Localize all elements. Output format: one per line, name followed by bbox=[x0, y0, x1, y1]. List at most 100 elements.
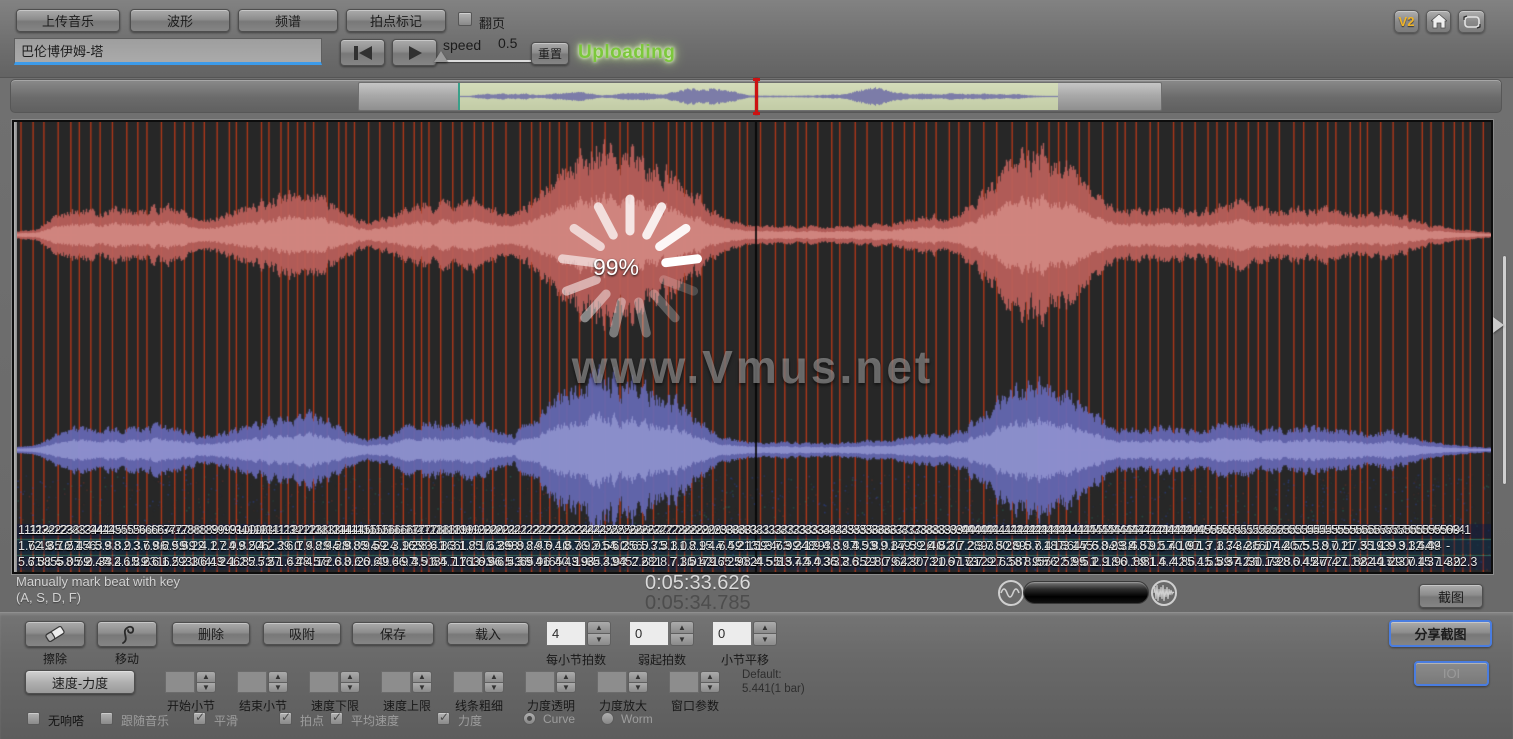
uploading-status: Uploading bbox=[578, 42, 675, 64]
beat-points-checkbox[interactable]: ✓ bbox=[279, 712, 292, 725]
beats-per-bar-spinner[interactable]: 4 bbox=[546, 621, 586, 646]
tempo-dynamics-button[interactable]: 速度-力度 bbox=[25, 670, 135, 694]
spectrum-tab-button[interactable]: 频谱 bbox=[238, 9, 338, 32]
delete-button[interactable]: 删除 bbox=[172, 622, 250, 645]
rewind-icon bbox=[352, 45, 374, 61]
eraser-button[interactable] bbox=[25, 621, 85, 647]
no-click-checkbox[interactable]: ✓ bbox=[27, 712, 40, 725]
fullscreen-icon bbox=[1463, 15, 1481, 29]
row2-spinner-7-label: 窗口参数 bbox=[659, 697, 731, 714]
beats-per-bar-arrows[interactable]: ▲▼ bbox=[587, 621, 611, 646]
zoom-slider[interactable] bbox=[1023, 581, 1149, 604]
bar-shift-arrows[interactable]: ▲▼ bbox=[753, 621, 777, 646]
overview-waveform-canvas bbox=[460, 84, 1058, 109]
hint-line-1: Manually mark beat with key bbox=[16, 574, 180, 590]
hint-line-2: (A, S, D, F) bbox=[16, 590, 180, 606]
speed-slider-thumb[interactable] bbox=[434, 51, 448, 62]
pickup-beats-label: 弱起拍数 bbox=[622, 651, 702, 668]
beat-number-row-1: 1-11-21-31-42-12-22-32-43-13-23-33-44-14… bbox=[18, 523, 1484, 538]
move-icon bbox=[117, 623, 137, 645]
main-waveform-panel: www.Vmus.net 99% 1-11-21-31-42-12-22-32-… bbox=[14, 122, 1491, 572]
speed-value: 0.5 bbox=[498, 35, 517, 51]
row2-spinner-0-arrows[interactable]: ▲▼ bbox=[196, 671, 216, 693]
row2-spinner-0[interactable] bbox=[165, 671, 195, 693]
overview-playhead-cursor[interactable] bbox=[755, 78, 758, 115]
vertical-zoom-handle[interactable] bbox=[1493, 317, 1504, 333]
beat-number-row-3: 5.776.3158.4.555.058.597.02.45.334.42.15… bbox=[18, 555, 1484, 570]
home-icon bbox=[1431, 14, 1447, 29]
load-button[interactable]: 载入 bbox=[447, 622, 529, 645]
dynamics-label: 力度 bbox=[458, 712, 482, 729]
waveform-tab-button[interactable]: 波形 bbox=[130, 9, 230, 32]
curve-radio[interactable] bbox=[523, 712, 536, 725]
follow-music-checkbox[interactable]: ✓ bbox=[100, 712, 113, 725]
top-toolbar: 上传音乐 波形 频谱 拍点标记 翻页 speed 0.5 重置 Uploadin… bbox=[0, 0, 1513, 78]
watermark: www.Vmus.net bbox=[14, 340, 1491, 394]
beat-number-row-2: 1.672.94.653.167.572.41564.35.89.88.92.3… bbox=[18, 539, 1484, 554]
row2-spinner-4-arrows[interactable]: ▲▼ bbox=[484, 671, 504, 693]
default-label: Default: bbox=[742, 668, 805, 682]
rewind-button[interactable] bbox=[340, 39, 385, 66]
track-name-input[interactable] bbox=[14, 38, 322, 65]
worm-radio[interactable] bbox=[601, 712, 614, 725]
beat-mark-button[interactable]: 拍点标记 bbox=[346, 9, 446, 32]
bar-shift-spinner[interactable]: 0 bbox=[712, 621, 752, 646]
v2-badge: V2 bbox=[1399, 14, 1415, 29]
eraser-icon bbox=[42, 624, 68, 644]
screenshot-button[interactable]: 截图 bbox=[1419, 584, 1483, 608]
row2-spinner-4[interactable] bbox=[453, 671, 483, 693]
row2-spinner-7-arrows[interactable]: ▲▼ bbox=[700, 671, 720, 693]
overview-selection[interactable] bbox=[458, 83, 1058, 110]
average-speed-checkbox[interactable]: ✓ bbox=[330, 712, 343, 725]
page-flip-label: 翻页 bbox=[479, 13, 505, 32]
curve-label: Curve bbox=[543, 712, 575, 726]
worm-label: Worm bbox=[621, 712, 653, 726]
row2-spinner-7[interactable] bbox=[669, 671, 699, 693]
follow-music-label: 跟随音乐 bbox=[121, 712, 169, 729]
erase-label: 擦除 bbox=[25, 650, 85, 667]
row2-spinner-6[interactable] bbox=[597, 671, 627, 693]
smooth-label: 平滑 bbox=[214, 712, 238, 729]
speed-label: speed bbox=[443, 37, 481, 53]
v2-version-button[interactable]: V2 bbox=[1394, 10, 1419, 33]
move-button[interactable] bbox=[97, 621, 157, 647]
page-flip-checkbox[interactable] bbox=[458, 12, 472, 26]
home-button[interactable] bbox=[1426, 10, 1451, 33]
row2-spinner-3[interactable] bbox=[381, 671, 411, 693]
dynamics-checkbox[interactable]: ✓ bbox=[437, 712, 450, 725]
save-button[interactable]: 保存 bbox=[352, 622, 434, 645]
pickup-beats-spinner[interactable]: 0 bbox=[629, 621, 669, 646]
reset-button[interactable]: 重置 bbox=[531, 42, 569, 65]
fullscreen-button[interactable] bbox=[1458, 10, 1485, 33]
beat-points-label: 拍点 bbox=[300, 712, 324, 729]
play-icon bbox=[407, 45, 423, 61]
beats-per-bar-label: 每小节拍数 bbox=[536, 651, 616, 668]
row2-spinner-2[interactable] bbox=[309, 671, 339, 693]
row2-spinner-6-arrows[interactable]: ▲▼ bbox=[628, 671, 648, 693]
loading-spinner: 99% bbox=[550, 187, 710, 347]
upload-music-button[interactable]: 上传音乐 bbox=[16, 9, 120, 32]
default-value: 5.441(1 bar) bbox=[742, 682, 805, 696]
ioi-button[interactable]: IOI bbox=[1414, 661, 1489, 686]
move-label: 移动 bbox=[97, 650, 157, 667]
speed-slider[interactable] bbox=[437, 60, 535, 62]
play-button[interactable] bbox=[392, 39, 437, 66]
average-speed-label: 平均速度 bbox=[351, 712, 399, 729]
share-screenshot-button[interactable]: 分享截图 bbox=[1389, 620, 1492, 647]
pickup-beats-arrows[interactable]: ▲▼ bbox=[670, 621, 694, 646]
loading-percent: 99% bbox=[550, 187, 710, 347]
row2-spinner-1-arrows[interactable]: ▲▼ bbox=[268, 671, 288, 693]
bar-shift-label: 小节平移 bbox=[705, 651, 785, 668]
row2-spinner-5-arrows[interactable]: ▲▼ bbox=[556, 671, 576, 693]
bottom-toolbar: 擦除 移动 删除 吸附 保存 载入 4 ▲▼ 每小节拍数 0 ▲▼ 弱起拍数 0… bbox=[0, 612, 1513, 739]
vertical-zoom-slider[interactable] bbox=[1503, 256, 1506, 484]
no-click-label: 无响嗒 bbox=[48, 712, 84, 729]
row2-spinner-2-arrows[interactable]: ▲▼ bbox=[340, 671, 360, 693]
zoom-out-wave-icon[interactable] bbox=[997, 579, 1025, 607]
row2-spinner-3-arrows[interactable]: ▲▼ bbox=[412, 671, 432, 693]
row2-spinner-5[interactable] bbox=[525, 671, 555, 693]
snap-button[interactable]: 吸附 bbox=[263, 622, 341, 645]
row2-spinner-1[interactable] bbox=[237, 671, 267, 693]
smooth-checkbox[interactable]: ✓ bbox=[193, 712, 206, 725]
zoom-in-wave-icon[interactable] bbox=[1150, 579, 1178, 607]
